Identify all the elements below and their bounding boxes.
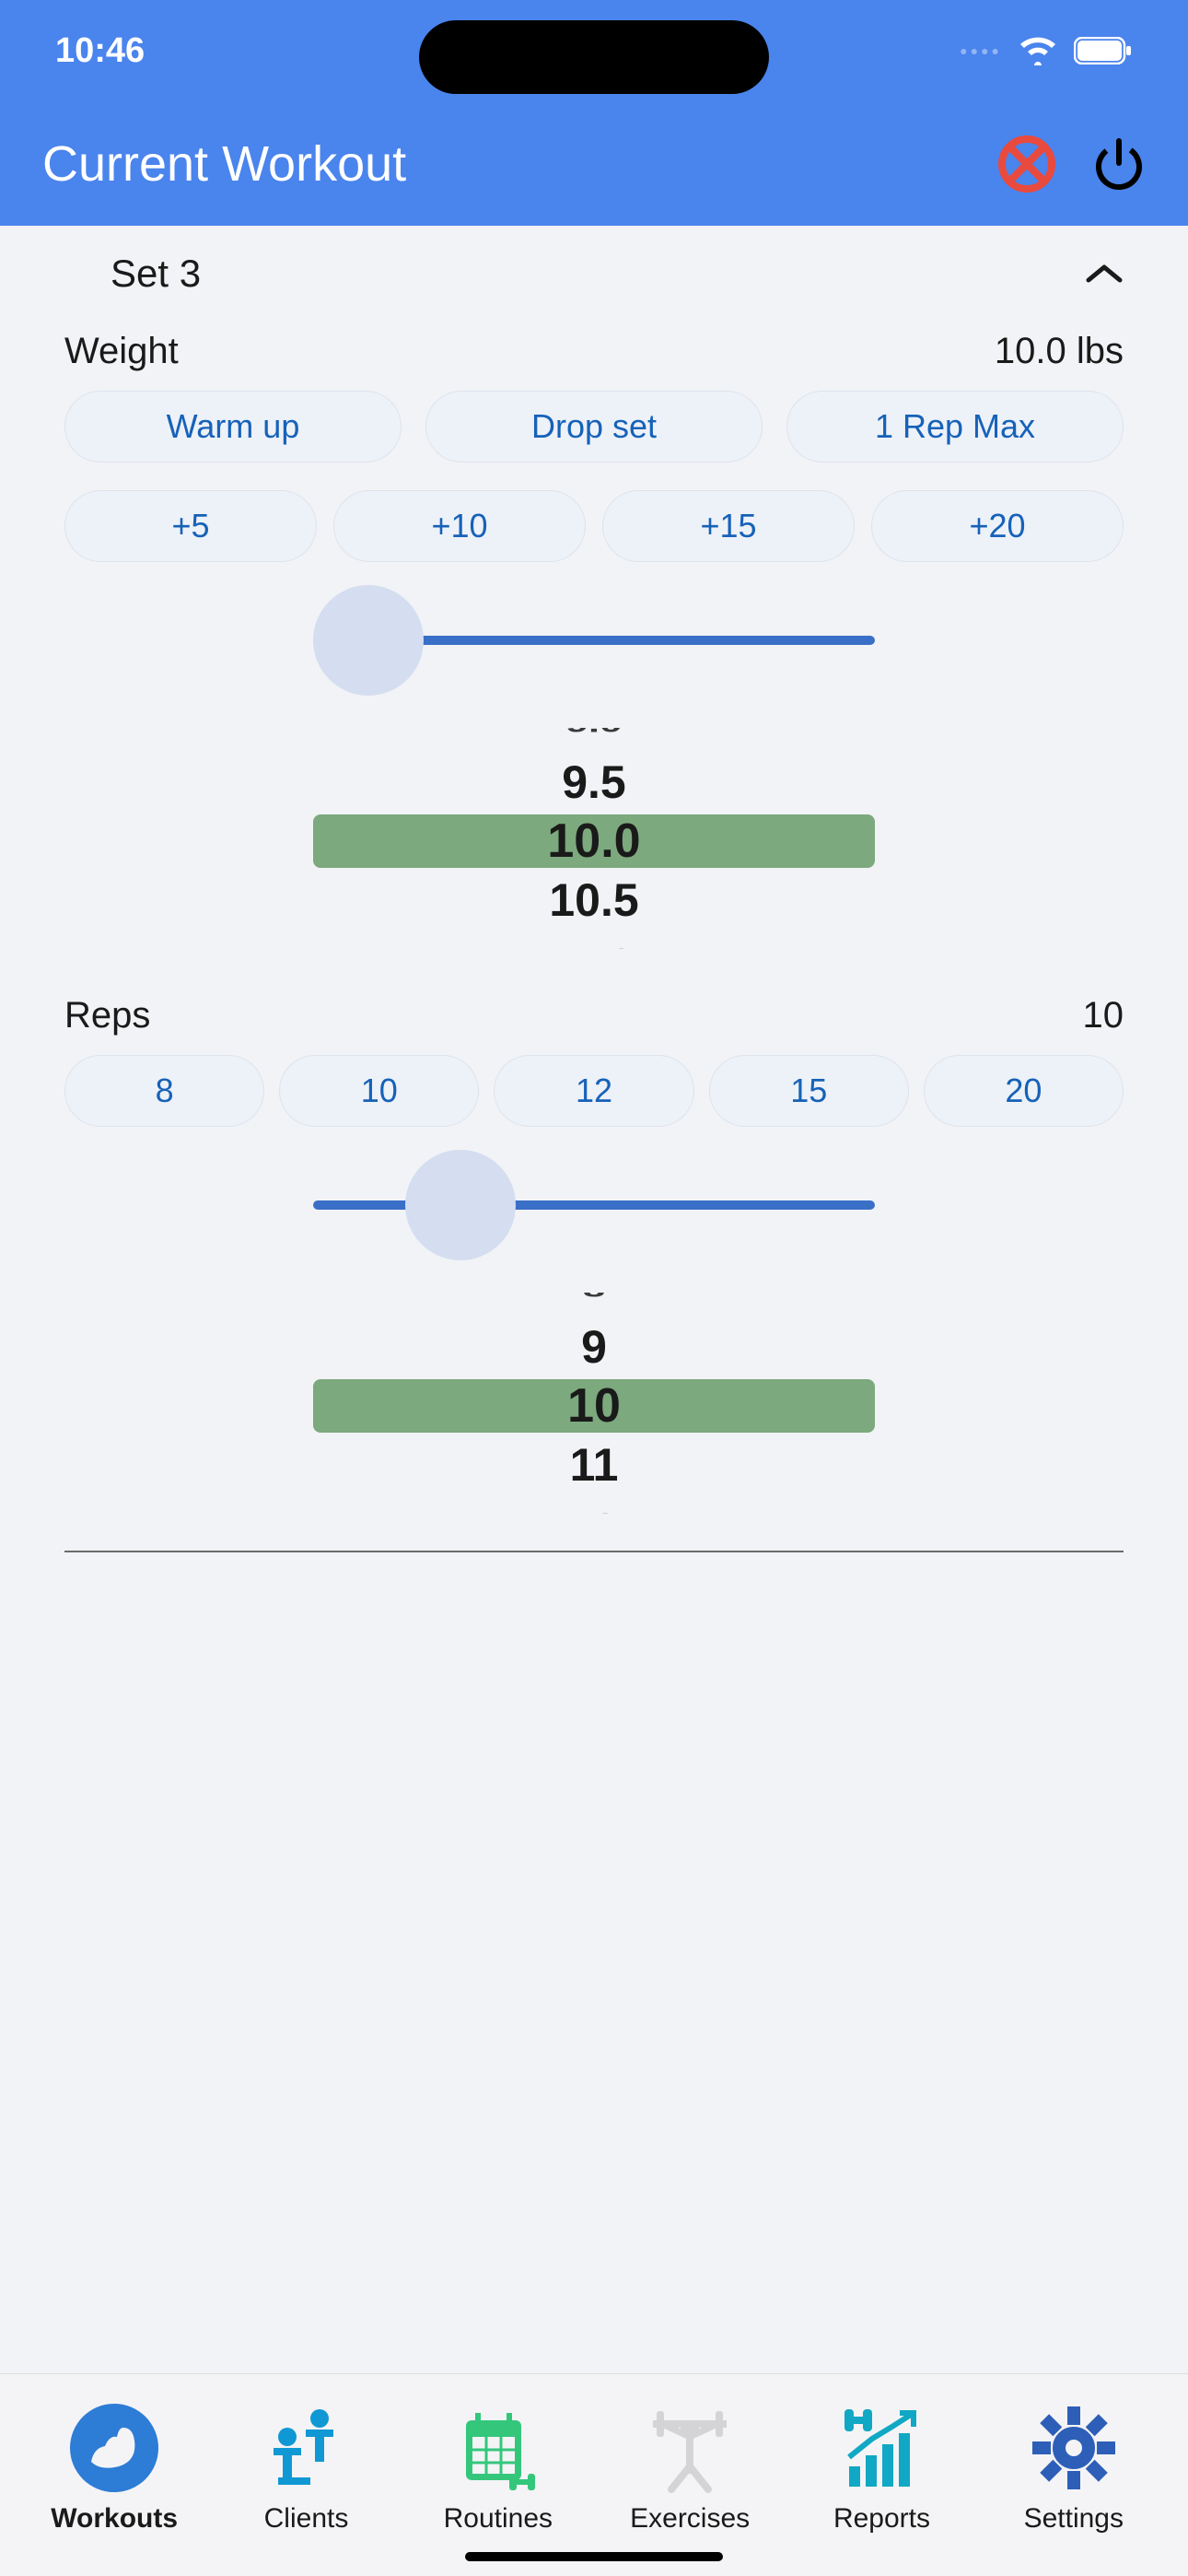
warmup-pill[interactable]: Warm up — [64, 391, 402, 463]
reps-20-pill[interactable]: 20 — [924, 1055, 1124, 1127]
status-time: 10:46 — [55, 31, 145, 71]
slider-track — [313, 1200, 875, 1210]
picker-item-selected[interactable]: 10.0 — [313, 814, 875, 868]
settings-icon — [1028, 2402, 1120, 2494]
weight-increment-pills: +5 +10 +15 +20 — [37, 490, 1151, 590]
set-header[interactable]: Set 3 — [37, 226, 1151, 322]
weight-header-row: Weight 10.0 lbs — [37, 322, 1151, 391]
tab-label: Clients — [264, 2503, 349, 2535]
weight-type-pills: Warm up Drop set 1 Rep Max — [37, 391, 1151, 490]
slider-thumb[interactable] — [313, 585, 424, 696]
slider-thumb[interactable] — [405, 1150, 516, 1260]
reps-8-pill[interactable]: 8 — [64, 1055, 264, 1127]
tab-routines[interactable]: Routines — [402, 2402, 594, 2530]
page-title: Current Workout — [42, 135, 406, 193]
picker-item[interactable]: 9.0 — [313, 728, 875, 739]
home-indicator — [465, 2552, 723, 2561]
tab-settings[interactable]: Settings — [978, 2402, 1170, 2530]
tab-label: Workouts — [51, 2503, 178, 2535]
reps-value: 10 — [1083, 995, 1124, 1036]
tab-workouts[interactable]: Workouts — [18, 2402, 210, 2530]
reps-header-row: Reps 10 — [37, 986, 1151, 1055]
routines-icon — [452, 2402, 544, 2494]
content: Set 3 Weight 10.0 lbs Warm up Drop set 1… — [0, 226, 1188, 1552]
tab-label: Settings — [1024, 2503, 1124, 2535]
picker-item[interactable]: 11 — [313, 1440, 875, 1490]
status-bar: 10:46 ●●●● — [0, 0, 1188, 101]
power-icon[interactable] — [1092, 137, 1146, 191]
status-indicators: ●●●● — [960, 36, 1133, 65]
weight-label: Weight — [64, 331, 179, 372]
picker-item[interactable]: 12 — [313, 1508, 875, 1514]
weight-slider[interactable] — [37, 590, 1151, 709]
status-dots: ●●●● — [960, 43, 1002, 58]
exercises-icon — [644, 2402, 736, 2494]
onerepmax-pill[interactable]: 1 Rep Max — [786, 391, 1124, 463]
tab-exercises[interactable]: Exercises — [594, 2402, 786, 2530]
tab-label: Exercises — [630, 2503, 750, 2535]
reps-10-pill[interactable]: 10 — [279, 1055, 479, 1127]
cancel-icon[interactable] — [998, 135, 1055, 193]
clients-icon — [260, 2402, 352, 2494]
picker-item[interactable]: 11.0 — [313, 943, 875, 949]
tab-label: Routines — [444, 2503, 553, 2535]
wifi-icon — [1019, 36, 1057, 65]
weight-picker[interactable]: 9.0 9.5 10.0 10.5 11.0 — [37, 728, 1151, 949]
chevron-up-icon — [1085, 262, 1124, 286]
picker-item[interactable]: 9 — [313, 1322, 875, 1372]
workouts-icon — [68, 2402, 160, 2494]
weight-value: 10.0 lbs — [995, 331, 1124, 372]
reps-slider[interactable] — [37, 1154, 1151, 1274]
tab-clients[interactable]: Clients — [210, 2402, 402, 2530]
reports-icon — [835, 2402, 927, 2494]
battery-icon — [1074, 37, 1133, 64]
reps-pills: 8 10 12 15 20 — [37, 1055, 1151, 1154]
picker-item[interactable]: 9.5 — [313, 757, 875, 807]
picker-item-selected[interactable]: 10 — [313, 1379, 875, 1433]
header: Current Workout — [0, 101, 1188, 226]
notch — [419, 20, 769, 94]
tab-label: Reports — [833, 2503, 930, 2535]
dropset-pill[interactable]: Drop set — [425, 391, 763, 463]
set-title: Set 3 — [111, 252, 201, 296]
picker-item[interactable]: 10.5 — [313, 875, 875, 925]
plus20-pill[interactable]: +20 — [871, 490, 1124, 562]
tab-reports[interactable]: Reports — [786, 2402, 977, 2530]
header-actions — [998, 135, 1146, 193]
plus15-pill[interactable]: +15 — [602, 490, 855, 562]
plus5-pill[interactable]: +5 — [64, 490, 317, 562]
tabbar: Workouts Clients Routines Exercises Repo… — [0, 2373, 1188, 2576]
reps-15-pill[interactable]: 15 — [709, 1055, 909, 1127]
reps-12-pill[interactable]: 12 — [494, 1055, 693, 1127]
divider — [64, 1551, 1124, 1552]
reps-picker[interactable]: 8 9 10 11 12 — [37, 1293, 1151, 1514]
reps-label: Reps — [64, 995, 150, 1036]
picker-item[interactable]: 8 — [313, 1293, 875, 1304]
plus10-pill[interactable]: +10 — [333, 490, 586, 562]
